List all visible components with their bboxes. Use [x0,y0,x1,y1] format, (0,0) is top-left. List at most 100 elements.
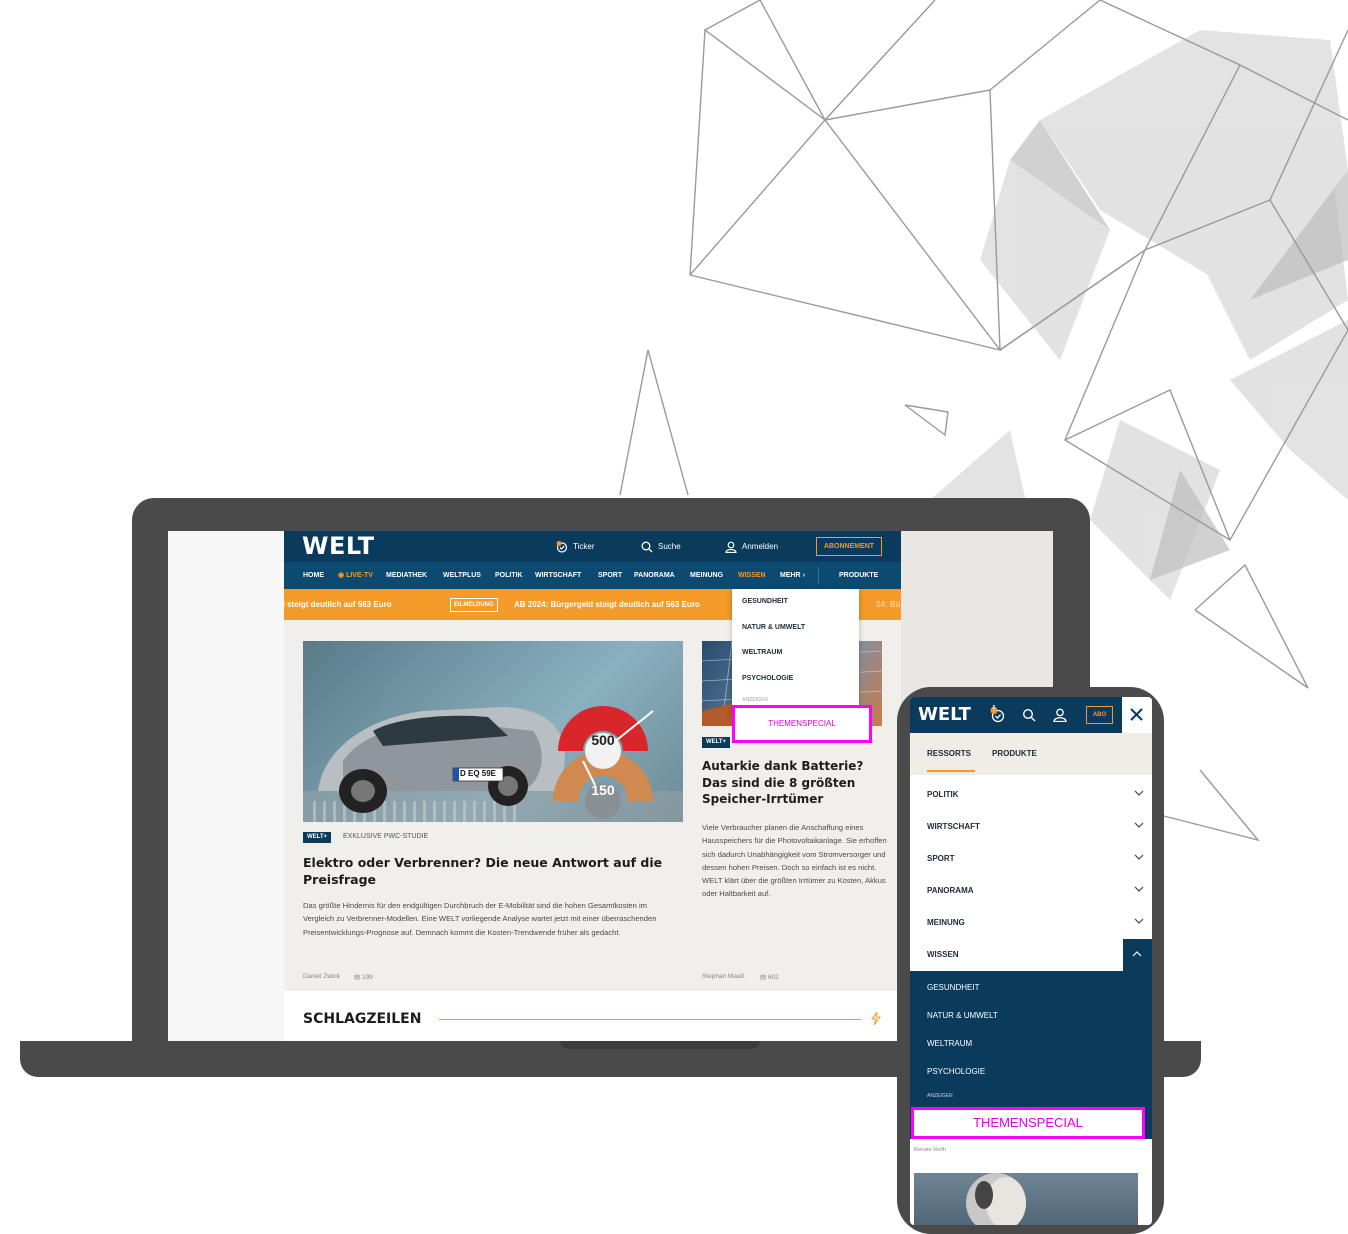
phone-abo-button[interactable]: ABO [1086,706,1113,724]
nav-mediathek[interactable]: MEDIATHEK [386,562,427,589]
themenspecial-highlight[interactable]: THEMENSPECIAL [732,705,872,743]
nav-wirtschaft[interactable]: WIRTSCHAFT [535,562,581,589]
main-nav: HOME ◉ LIVE-TV MEDIATHEK WELTPLUS POLITI… [284,562,901,589]
phone-ticker-button[interactable]: 6 [990,705,1006,723]
hero-author[interactable]: Daniel Zwick [303,973,340,980]
page-margin-left [168,531,284,1041]
nav-mehr-label: MEHR [780,572,801,579]
nav-wissen[interactable]: WISSEN [738,562,766,589]
nav-weltplus[interactable]: WELTPLUS [443,562,481,589]
login-label: Anmelden [742,542,779,551]
side-author[interactable]: Stephan Maaß [702,973,745,980]
side-comment-icon: ▤ [760,974,768,981]
nav-panorama[interactable]: PANORAMA [634,562,675,589]
welt-website: WELT Ticker Suche Anmelden ABONNEMENT HO… [284,531,901,1041]
phone-user-icon[interactable] [1053,708,1067,722]
hero-image[interactable]: 500 150 D EQ 59E [303,641,683,822]
dropdown-item-weltraum[interactable]: WELTRAUM [742,649,782,656]
nav-politik[interactable]: POLITIK [495,562,523,589]
chevron-down-icon [1134,854,1144,860]
side-comments[interactable]: ▤ 602 [760,973,779,981]
search-link[interactable]: Suche [641,531,681,562]
phone-notification-count: 6 [992,705,996,711]
welt-logo[interactable]: WELT [302,531,375,562]
nav-meinung[interactable]: MEINUNG [690,562,723,589]
phone-section-label: SPORT [927,854,955,863]
dropdown-item-natur[interactable]: NATUR & UMWELT [742,624,805,631]
gauge-value-top: 500 [591,732,615,748]
phone-themenspecial-highlight[interactable]: THEMENSPECIAL [911,1107,1145,1139]
tab-active-indicator [927,770,975,772]
breaking-badge: EILMELDUNG [450,598,498,612]
nav-sport[interactable]: SPORT [598,562,622,589]
phone-section-panorama[interactable]: PANORAMA [910,875,1152,908]
hero-comments[interactable]: ▤ 199 [354,973,373,981]
ticker-link[interactable]: Ticker [556,531,594,562]
comment-icon: ▤ [354,974,362,981]
hero-comment-count: 199 [361,974,373,981]
phone-article-image[interactable] [914,1173,1138,1225]
tab-produkte[interactable]: PRODUKTE [992,749,1037,758]
phone-sub-gesundheit[interactable]: GESUNDHEIT [927,983,979,992]
nav-mehr[interactable]: MEHR › [780,562,805,589]
live-dot-icon: ◉ [338,572,347,579]
headlines-title: SCHLAGZEILEN [303,1011,422,1027]
headlines-rule [439,1019,861,1020]
phone-sub-natur[interactable]: NATUR & UMWELT [927,1011,998,1020]
hero-teaser: Das größte Hindernis für den endgültigen… [303,901,657,937]
breaking-text-main: AB 2024: Bürgergeld steigt deutlich auf … [514,600,700,609]
headlines-section: SCHLAGZEILEN [284,991,901,1041]
chevron-down-icon [1134,790,1144,796]
side-comment-count: 602 [767,974,779,981]
side-teaser: Viele Verbraucher planen die Anschaffung… [702,823,887,899]
license-plate: D EQ 59E [460,769,497,778]
chevron-right-icon: › [800,572,805,579]
nav-livetv[interactable]: ◉ LIVE-TV [338,562,373,589]
search-label: Suche [658,542,681,551]
subscribe-button[interactable]: ABONNEMENT [816,537,882,556]
close-icon [1130,708,1143,721]
nav-livetv-label: LIVE-TV [346,572,373,579]
phone-tabs: RESSORTS PRODUKTE [910,733,1152,775]
dropdown-ads-label: ANZEIGEN [742,697,768,703]
breaking-text-right: 24: Bü [876,600,901,609]
login-link[interactable]: Anmelden [725,531,778,562]
hero-headline[interactable]: Elektro oder Verbrenner? Die neue Antwor… [303,854,673,888]
dropdown-item-gesundheit[interactable]: GESUNDHEIT [742,598,788,605]
phone-section-meinung[interactable]: MEINUNG [910,907,1152,940]
weltplus-badge: WELT+ [303,832,332,843]
side-weltplus-badge: WELT+ [702,737,731,748]
chevron-down-icon [1134,918,1144,924]
phone-sub-weltraum[interactable]: WELTRAUM [927,1039,972,1048]
user-icon [725,541,737,553]
gauge-value-bottom: 150 [591,782,615,798]
chevron-down-icon [1134,822,1144,828]
nav-divider [818,567,819,584]
phone-close-area[interactable] [1122,697,1152,733]
phone-search-icon[interactable] [1022,708,1036,722]
dropdown-item-psychologie[interactable]: PSYCHOLOGIE [742,675,793,682]
hero-kicker: EXKLUSIVE PWC-STUDIE [343,833,429,840]
phone-ads-label: ANZEIGEN [927,1093,953,1099]
phone-section-sport[interactable]: SPORT [910,843,1152,876]
laptop-notch [560,1041,760,1049]
phone-section-wirtschaft[interactable]: WIRTSCHAFT [910,811,1152,844]
car-gauge-illustration [303,706,683,822]
chevron-up-icon [1132,951,1142,957]
phone-logo[interactable]: WELT [918,697,971,733]
phone-sub-psychologie[interactable]: PSYCHOLOGIE [927,1067,985,1076]
tab-ressorts[interactable]: RESSORTS [927,749,971,758]
site-header: WELT Ticker Suche Anmelden ABONNEMENT [284,531,901,562]
expand-toggle[interactable] [1123,939,1152,971]
wissen-dropdown: GESUNDHEIT NATUR & UMWELT WELTRAUM PSYCH… [732,589,859,719]
search-icon [641,541,653,553]
side-headline[interactable]: Autarkie dank Batterie? Das sind die 8 g… [702,758,882,808]
phone-header: WELT 6 ABO [910,697,1152,733]
nav-produkte[interactable]: PRODUKTE [839,562,878,589]
lightning-icon [871,1012,881,1025]
phone-screen: WELT 6 ABO RESSORTS PRODUKTE POLITIK WIR… [910,697,1152,1225]
nav-home[interactable]: HOME [303,562,324,589]
phone-section-wissen[interactable]: WISSEN [910,939,1152,972]
chevron-down-icon [1134,886,1144,892]
phone-section-politik[interactable]: POLITIK [910,779,1152,812]
